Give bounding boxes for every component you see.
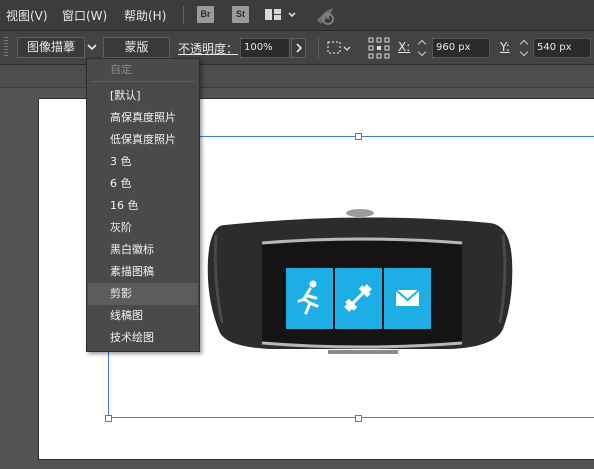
preset-16-colors[interactable]: 16 色	[88, 195, 198, 217]
reference-point-button[interactable]	[368, 37, 390, 59]
bottom-left-handle[interactable]	[105, 415, 112, 422]
bridge-button[interactable]: Br	[197, 6, 214, 23]
opacity-label: 不透明度：	[178, 42, 239, 56]
menu-window[interactable]: 窗口(W)	[62, 7, 107, 24]
preset-3-colors[interactable]: 3 色	[88, 151, 198, 173]
preset-black-white-logo[interactable]: 黑白徽标	[88, 239, 198, 261]
workspace-layout-button[interactable]	[264, 7, 298, 23]
x-input[interactable]: 960 px	[432, 38, 490, 58]
marquee-icon	[327, 41, 351, 54]
stock-button[interactable]: St	[232, 6, 249, 23]
opacity-arrow-button[interactable]	[291, 38, 306, 58]
menu-view[interactable]: 视图(V)	[6, 7, 48, 24]
align-to-button[interactable]	[326, 38, 352, 58]
opacity-input[interactable]: 100%	[240, 38, 290, 58]
gpu-performance-button[interactable]	[314, 5, 338, 25]
chevron-right-icon	[296, 43, 303, 53]
preset-silhouettes[interactable]: 剪影	[88, 283, 198, 305]
top-center-handle[interactable]	[355, 133, 362, 140]
menu-help[interactable]: 帮助(H)	[124, 7, 166, 24]
preset-technical-drawing[interactable]: 技术绘图	[88, 327, 198, 349]
divider	[318, 37, 319, 59]
trace-preset-menu: 自定 [默认] 高保真度照片 低保真度照片 3 色 6 色 16 色 灰阶 黑白…	[86, 58, 200, 352]
preset-default[interactable]: [默认]	[88, 85, 198, 107]
preset-line-art[interactable]: 线稿图	[88, 305, 198, 327]
y-label: Y:	[500, 40, 510, 54]
x-stepper[interactable]	[418, 40, 428, 58]
y-input[interactable]: 540 px	[533, 38, 591, 58]
rocket-icon	[317, 8, 334, 25]
menu-bar: 视图(V) 窗口(W) 帮助(H) Br St	[0, 0, 594, 31]
preset-low-fidelity-photo[interactable]: 低保真度照片	[88, 129, 198, 151]
menu-separator	[91, 81, 195, 82]
trace-preset-dropdown-button[interactable]	[86, 40, 98, 54]
reference-point-icon	[368, 37, 390, 59]
mask-button[interactable]: 蒙版	[103, 37, 170, 58]
y-stepper[interactable]	[520, 40, 530, 58]
menu-divider	[183, 6, 184, 24]
layout-grid-icon	[265, 9, 296, 20]
preset-sketch-art[interactable]: 素描图稿	[88, 261, 198, 283]
preset-6-colors[interactable]: 6 色	[88, 173, 198, 195]
image-trace-button[interactable]: 图像描摹	[17, 37, 85, 58]
chevron-down-icon	[87, 44, 97, 51]
control-bar-grip	[4, 37, 8, 57]
bottom-center-handle[interactable]	[355, 415, 362, 422]
preset-grayscale[interactable]: 灰阶	[88, 217, 198, 239]
x-label: X:	[398, 40, 411, 54]
preset-high-fidelity-photo[interactable]: 高保真度照片	[88, 107, 198, 129]
preset-custom: 自定	[110, 63, 132, 76]
